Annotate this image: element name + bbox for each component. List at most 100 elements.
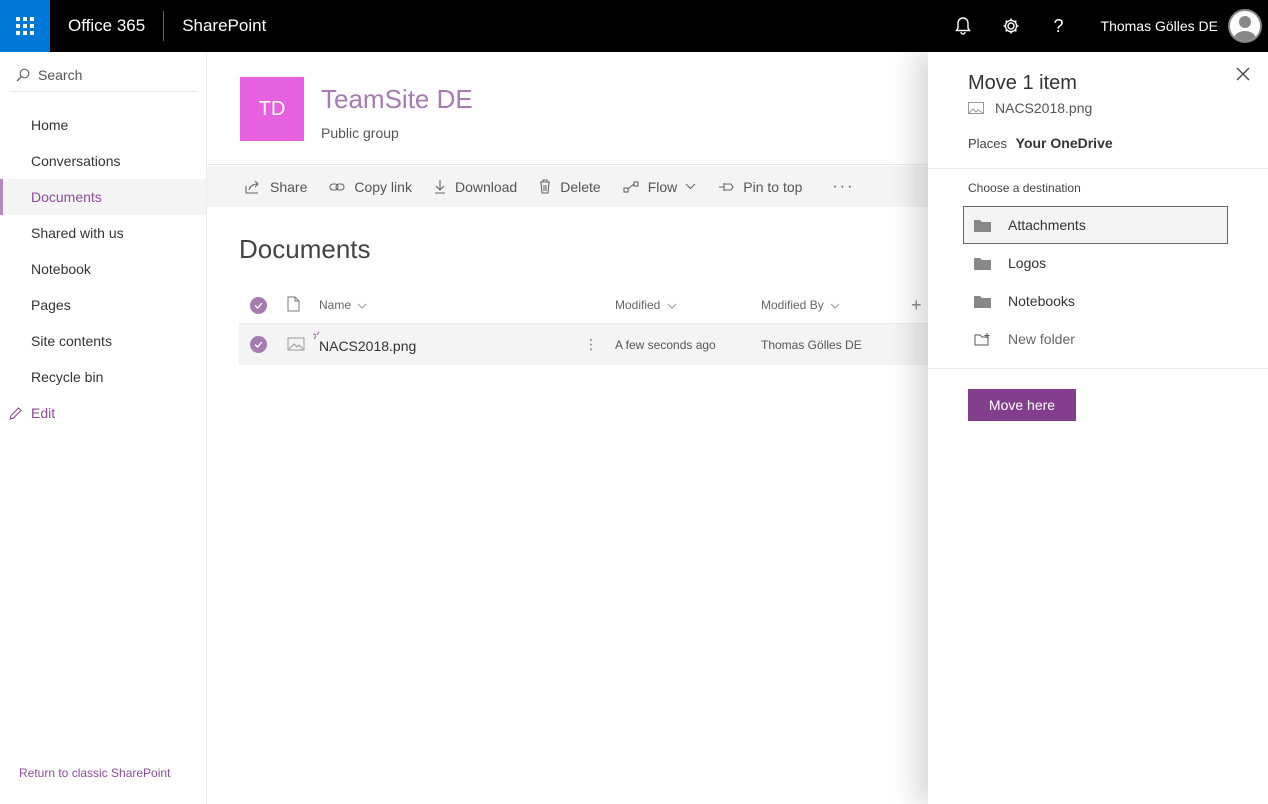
flow-button[interactable]: Flow — [623, 179, 697, 195]
modified-column-label: Modified — [615, 298, 661, 312]
modified-by-cell[interactable]: Thomas Gölles DE — [761, 338, 862, 352]
nav-edit-link[interactable]: Edit — [0, 395, 206, 431]
places-label[interactable]: Places — [968, 136, 1007, 151]
notifications-button[interactable] — [939, 0, 987, 52]
select-all-checkbox[interactable] — [250, 296, 267, 314]
panel-divider — [928, 168, 1268, 169]
modified-by-column-label: Modified By — [761, 298, 824, 312]
suite-bar-right: ? Thomas Gölles DE — [939, 0, 1268, 52]
pin-icon — [719, 182, 734, 191]
nav-item-site-contents[interactable]: Site contents — [0, 323, 206, 359]
help-button[interactable]: ? — [1035, 0, 1083, 52]
destination-label: Attachments — [1008, 217, 1086, 233]
folder-icon — [974, 257, 991, 270]
image-file-icon — [968, 102, 984, 114]
file-type-cell — [287, 337, 305, 354]
user-avatar-icon — [1233, 16, 1257, 41]
gear-icon — [1003, 18, 1019, 34]
list-header: Name Modified Modified By + — [239, 288, 939, 322]
modified-cell: A few seconds ago — [615, 338, 716, 352]
chevron-down-icon — [358, 303, 367, 309]
flow-label: Flow — [647, 178, 678, 195]
modified-column-header[interactable]: Modified — [615, 298, 677, 312]
destination-list: Attachments Logos Notebooks New folder — [963, 206, 1228, 358]
document-icon — [287, 296, 300, 311]
name-column-header[interactable]: Name — [319, 298, 367, 312]
pencil-icon — [9, 407, 22, 420]
site-subtitle: Public group — [321, 125, 399, 141]
delete-button[interactable]: Delete — [539, 178, 601, 195]
search-box[interactable]: Search — [10, 58, 198, 92]
destination-label: Notebooks — [1008, 293, 1075, 309]
add-column-button[interactable]: + — [911, 295, 922, 316]
office-brand-link[interactable]: Office 365 — [50, 0, 163, 52]
nav-item-home[interactable]: Home — [0, 107, 206, 143]
search-icon — [16, 68, 30, 81]
new-folder-label: New folder — [1008, 331, 1075, 347]
move-panel: Move 1 item NACS2018.png Places Your One… — [928, 52, 1268, 804]
nav-item-conversations[interactable]: Conversations — [0, 143, 206, 179]
avatar[interactable] — [1228, 9, 1262, 43]
copy-link-label: Copy link — [354, 178, 412, 195]
download-icon — [434, 180, 445, 194]
chevron-down-icon — [667, 303, 677, 309]
nav-list: Home Conversations Documents Shared with… — [0, 107, 206, 431]
download-label: Download — [454, 178, 518, 195]
modified-by-column-header[interactable]: Modified By — [761, 298, 840, 312]
trash-icon — [540, 179, 551, 194]
name-column-label: Name — [319, 298, 352, 312]
destination-label: Logos — [1008, 255, 1047, 271]
panel-title: Move 1 item — [968, 72, 1077, 94]
settings-button[interactable] — [987, 0, 1035, 52]
panel-file: NACS2018.png — [968, 100, 1092, 116]
sharepoint-app-link[interactable]: SharePoint — [164, 0, 266, 52]
share-button[interactable]: Share — [245, 179, 307, 195]
left-navigation: Search Home Conversations Documents Shar… — [0, 52, 207, 804]
places-current[interactable]: Your OneDrive — [1016, 135, 1113, 151]
download-button[interactable]: Download — [434, 179, 517, 195]
pin-to-top-button[interactable]: Pin to top — [718, 179, 802, 195]
row-checkbox[interactable] — [250, 336, 267, 353]
close-icon — [1236, 67, 1250, 81]
new-folder-button[interactable]: New folder — [963, 320, 1228, 358]
checkmark-icon — [254, 341, 263, 348]
help-icon: ? — [1053, 15, 1064, 36]
app-launcher-button[interactable] — [0, 0, 50, 52]
chevron-down-icon — [830, 303, 840, 309]
move-here-button[interactable]: Move here — [968, 389, 1076, 421]
site-logo[interactable]: TD — [240, 77, 304, 141]
user-name[interactable]: Thomas Gölles DE — [1083, 18, 1228, 34]
nav-edit-label: Edit — [31, 405, 56, 421]
image-file-icon — [287, 337, 305, 351]
nav-item-shared-with-us[interactable]: Shared with us — [0, 215, 206, 251]
file-type-header[interactable] — [287, 296, 300, 315]
places-breadcrumb: Places Your OneDrive — [968, 135, 1113, 151]
row-more-actions-button[interactable]: ⋮ — [584, 336, 598, 353]
return-to-classic-link[interactable]: Return to classic SharePoint — [19, 766, 170, 780]
folder-icon — [974, 219, 991, 232]
folder-icon — [974, 295, 991, 308]
copy-link-button[interactable]: Copy link — [329, 179, 412, 195]
site-title[interactable]: TeamSite DE — [321, 84, 473, 115]
close-panel-button[interactable] — [1236, 67, 1250, 86]
bell-icon — [954, 17, 971, 35]
destination-logos[interactable]: Logos — [963, 244, 1228, 282]
delete-label: Delete — [560, 178, 601, 195]
library-title: Documents — [239, 234, 371, 264]
pin-to-top-label: Pin to top — [743, 178, 803, 195]
share-label: Share — [270, 178, 308, 195]
choose-destination-label: Choose a destination — [968, 181, 1081, 195]
table-row[interactable]: NACS2018.png ⋮ A few seconds ago Thomas … — [239, 323, 939, 365]
more-commands-button[interactable]: ··· — [832, 178, 854, 196]
new-folder-icon — [974, 332, 990, 345]
panel-divider — [928, 368, 1268, 369]
destination-attachments[interactable]: Attachments — [963, 206, 1228, 244]
destination-notebooks[interactable]: Notebooks — [963, 282, 1228, 320]
nav-item-recycle-bin[interactable]: Recycle bin — [0, 359, 206, 395]
chevron-down-icon — [685, 183, 696, 190]
nav-item-notebook[interactable]: Notebook — [0, 251, 206, 287]
nav-item-documents[interactable]: Documents — [0, 179, 206, 215]
file-name-link[interactable]: NACS2018.png — [319, 338, 416, 354]
nav-item-pages[interactable]: Pages — [0, 287, 206, 323]
suite-bar: Office 365 SharePoint ? Thomas Gölles DE — [0, 0, 1268, 52]
